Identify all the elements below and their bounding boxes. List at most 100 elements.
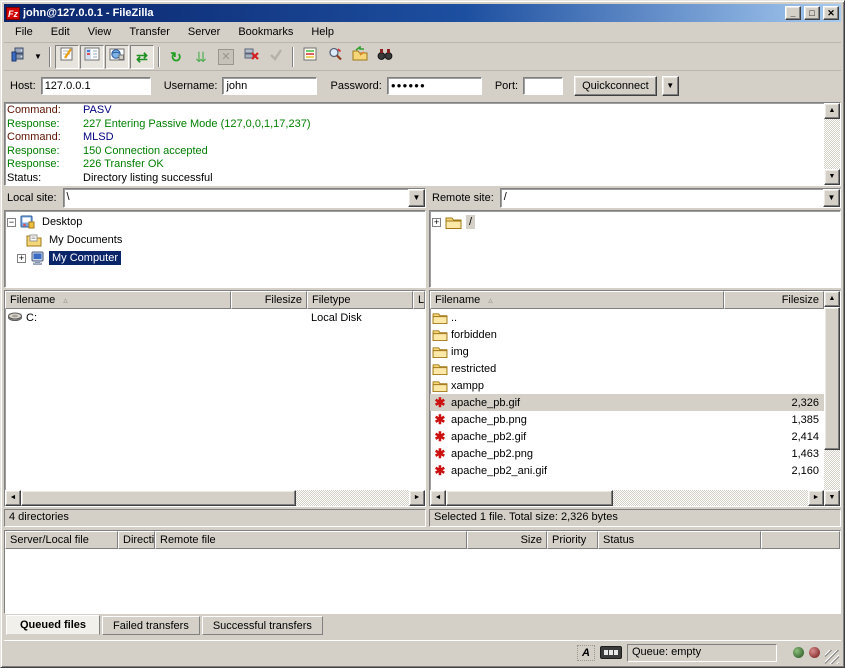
remote-site-value[interactable]: / bbox=[501, 189, 823, 207]
menu-help[interactable]: Help bbox=[302, 24, 343, 40]
toggle-transfer-queue-button[interactable]: ⇄ bbox=[130, 45, 154, 69]
local-site-value[interactable]: \ bbox=[64, 189, 408, 207]
folder-icon bbox=[432, 363, 448, 375]
scroll-right-icon[interactable]: ► bbox=[808, 490, 824, 506]
scroll-right-icon[interactable]: ► bbox=[409, 490, 425, 506]
refresh-button[interactable]: ↻ bbox=[164, 45, 188, 69]
column-header-last-modified[interactable]: L bbox=[413, 291, 425, 309]
username-input[interactable] bbox=[222, 77, 317, 95]
remote-row[interactable]: ✱apache_pb2.png 1,463 bbox=[430, 445, 824, 462]
column-header-filetype[interactable]: Filetype bbox=[307, 291, 413, 309]
remote-row[interactable]: restricted bbox=[430, 360, 824, 377]
scroll-left-icon[interactable]: ◄ bbox=[430, 490, 446, 506]
host-input[interactable] bbox=[41, 77, 151, 95]
scroll-left-icon[interactable]: ◄ bbox=[5, 490, 21, 506]
menu-bookmarks[interactable]: Bookmarks bbox=[229, 24, 302, 40]
directory-comparison-button[interactable] bbox=[298, 45, 322, 69]
expand-icon[interactable]: + bbox=[432, 218, 441, 227]
column-header-size[interactable]: Size bbox=[467, 531, 547, 549]
scroll-up-icon[interactable]: ▲ bbox=[824, 291, 840, 307]
tree-label-selected[interactable]: / bbox=[466, 215, 475, 229]
process-queue-button[interactable]: ⇊ bbox=[189, 45, 213, 69]
port-input[interactable] bbox=[523, 77, 563, 95]
speedlimit-icon[interactable] bbox=[600, 646, 622, 659]
scroll-down-icon[interactable]: ▼ bbox=[824, 490, 840, 506]
scroll-down-icon[interactable]: ▼ bbox=[824, 169, 840, 185]
local-hscrollbar[interactable]: ◄ ► bbox=[5, 490, 425, 506]
scrollbar-thumb[interactable] bbox=[21, 490, 296, 506]
log-scrollbar[interactable]: ▲ ▼ bbox=[824, 103, 840, 185]
collapse-icon[interactable]: − bbox=[7, 218, 16, 227]
remote-hscrollbar[interactable]: ◄ ► bbox=[430, 490, 824, 506]
scroll-up-icon[interactable]: ▲ bbox=[824, 103, 840, 119]
tree-label[interactable]: My Documents bbox=[46, 233, 125, 247]
tree-label-selected[interactable]: My Computer bbox=[49, 251, 121, 265]
synchronized-browsing-button[interactable] bbox=[323, 45, 347, 69]
column-header-filename[interactable]: Filename ▵ bbox=[5, 291, 231, 309]
remote-row[interactable]: forbidden bbox=[430, 326, 824, 343]
image-file-icon: ✱ bbox=[432, 396, 448, 409]
search-button[interactable] bbox=[373, 45, 397, 69]
local-row-c-drive[interactable]: C: Local Disk bbox=[5, 309, 425, 326]
column-header-remote-file[interactable]: Remote file bbox=[155, 531, 467, 549]
log-line: Response:227 Entering Passive Mode (127,… bbox=[7, 118, 822, 132]
site-manager-dropdown[interactable]: ▼ bbox=[31, 45, 45, 69]
remote-row[interactable]: ✱apache_pb.png 1,385 bbox=[430, 411, 824, 428]
minimize-button[interactable]: _ bbox=[785, 6, 801, 20]
reconnect-button[interactable] bbox=[264, 45, 288, 69]
image-file-icon: ✱ bbox=[432, 447, 448, 460]
tab-successful-transfers[interactable]: Successful transfers bbox=[202, 616, 323, 635]
menu-transfer[interactable]: Transfer bbox=[120, 24, 179, 40]
remote-row[interactable]: .. bbox=[430, 309, 824, 326]
toggle-local-tree-button[interactable] bbox=[80, 45, 104, 69]
close-button[interactable]: ✕ bbox=[823, 6, 839, 20]
local-list-header: Filename ▵ Filesize Filetype L bbox=[5, 291, 425, 309]
remote-tree: + / bbox=[429, 210, 841, 288]
tree-item-my-computer[interactable]: + My Computer bbox=[17, 249, 423, 267]
scrollbar-thumb[interactable] bbox=[824, 307, 840, 450]
cancel-operation-button[interactable]: ✕ bbox=[214, 45, 238, 69]
remote-vscrollbar[interactable]: ▲ ▼ bbox=[824, 291, 840, 506]
menu-view[interactable]: View bbox=[79, 24, 121, 40]
tab-queued-files[interactable]: Queued files bbox=[6, 615, 100, 635]
tree-label[interactable]: Desktop bbox=[39, 215, 85, 229]
tree-item-root[interactable]: + / bbox=[432, 213, 838, 231]
column-header-priority[interactable]: Priority bbox=[547, 531, 598, 549]
disconnect-button[interactable] bbox=[239, 45, 263, 69]
password-input[interactable] bbox=[387, 77, 482, 95]
remote-site-combobox[interactable]: / ▼ bbox=[500, 188, 841, 208]
quickconnect-bar: Host: Username: Password: Port: Quickcon… bbox=[4, 70, 841, 100]
local-site-combobox[interactable]: \ ▼ bbox=[63, 188, 426, 208]
tab-failed-transfers[interactable]: Failed transfers bbox=[102, 616, 200, 635]
column-header-local-file[interactable]: Server/Local file bbox=[5, 531, 118, 549]
remote-row[interactable]: img bbox=[430, 343, 824, 360]
toggle-remote-tree-button[interactable] bbox=[105, 45, 129, 69]
remote-row[interactable]: ✱apache_pb2_ani.gif 2,160 bbox=[430, 462, 824, 479]
remote-row[interactable]: xampp bbox=[430, 377, 824, 394]
chevron-down-icon[interactable]: ▼ bbox=[823, 189, 840, 207]
scrollbar-thumb[interactable] bbox=[446, 490, 613, 506]
column-header-filename[interactable]: Filename ▵ bbox=[430, 291, 724, 309]
column-header-filesize[interactable]: Filesize bbox=[724, 291, 824, 309]
column-header-filesize[interactable]: Filesize bbox=[231, 291, 307, 309]
menu-file[interactable]: File bbox=[6, 24, 42, 40]
find-files-button[interactable] bbox=[348, 45, 372, 69]
column-header-direction[interactable]: Directi... bbox=[118, 531, 155, 549]
quickconnect-dropdown[interactable]: ▼ bbox=[662, 76, 679, 96]
tree-item-desktop[interactable]: − Desktop bbox=[7, 213, 423, 231]
site-manager-button[interactable] bbox=[6, 45, 30, 69]
expand-icon[interactable]: + bbox=[17, 254, 26, 263]
menu-server[interactable]: Server bbox=[179, 24, 229, 40]
column-header-status[interactable]: Status bbox=[598, 531, 761, 549]
titlebar[interactable]: Fz john@127.0.0.1 - FileZilla _ □ ✕ bbox=[4, 4, 841, 22]
remote-row-selected[interactable]: ✱apache_pb.gif 2,326 bbox=[430, 394, 824, 411]
maximize-button[interactable]: □ bbox=[804, 6, 820, 20]
menu-edit[interactable]: Edit bbox=[42, 24, 79, 40]
resize-grip[interactable] bbox=[825, 650, 839, 664]
datatype-ascii-icon[interactable]: A bbox=[577, 645, 595, 661]
tree-item-my-documents[interactable]: My Documents bbox=[26, 231, 423, 249]
toggle-message-log-button[interactable] bbox=[55, 45, 79, 69]
chevron-down-icon[interactable]: ▼ bbox=[408, 189, 425, 207]
quickconnect-button[interactable]: Quickconnect bbox=[574, 76, 657, 96]
remote-row[interactable]: ✱apache_pb2.gif 2,414 bbox=[430, 428, 824, 445]
